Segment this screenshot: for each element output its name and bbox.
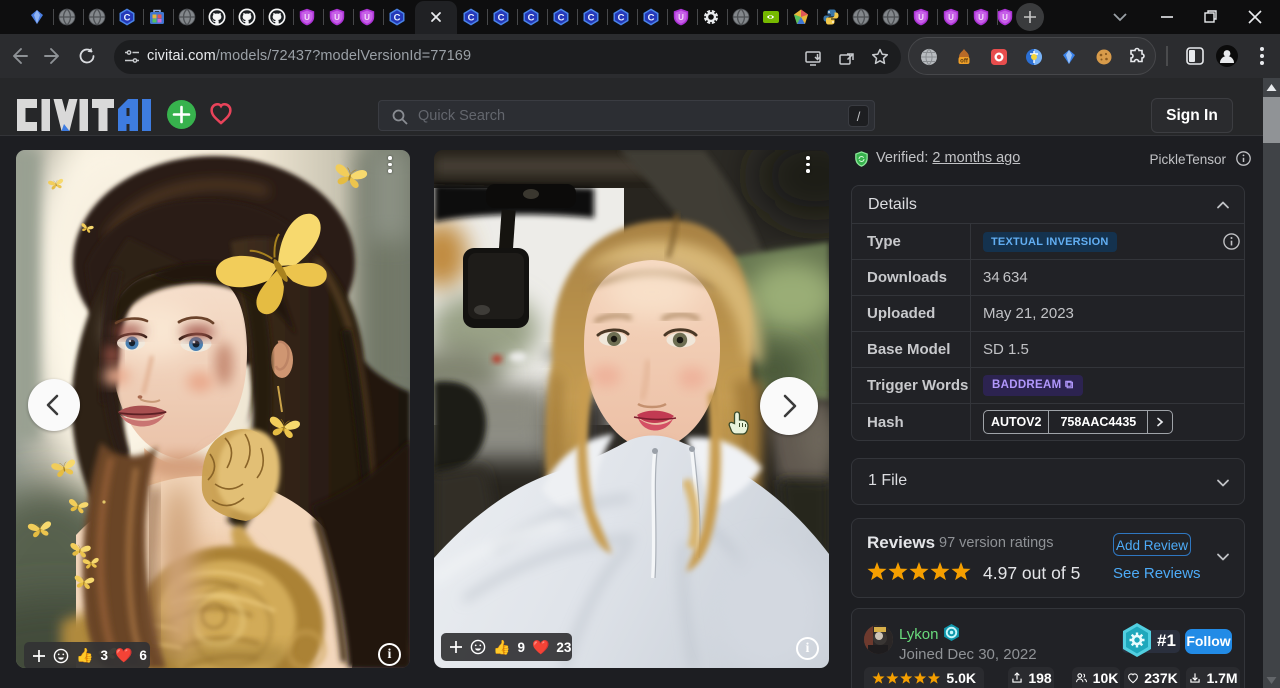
svg-text:U: U	[304, 13, 310, 22]
svg-text:C: C	[528, 13, 535, 24]
svg-text:C: C	[648, 13, 655, 24]
svg-text:C: C	[468, 13, 475, 24]
svg-text:C: C	[124, 13, 131, 24]
svg-text:off: off	[960, 59, 969, 65]
svg-text:U: U	[678, 13, 684, 22]
svg-text:U: U	[948, 13, 954, 22]
svg-text:C: C	[618, 13, 625, 24]
svg-text:U: U	[918, 13, 924, 22]
svg-text:U: U	[334, 13, 340, 22]
svg-text:U: U	[978, 13, 984, 22]
svg-text:U: U	[364, 13, 370, 22]
svg-text:C: C	[498, 13, 505, 24]
svg-text:C: C	[394, 13, 401, 24]
svg-text:C: C	[588, 13, 595, 24]
svg-text:C: C	[558, 13, 565, 24]
svg-text:U: U	[1002, 13, 1008, 22]
